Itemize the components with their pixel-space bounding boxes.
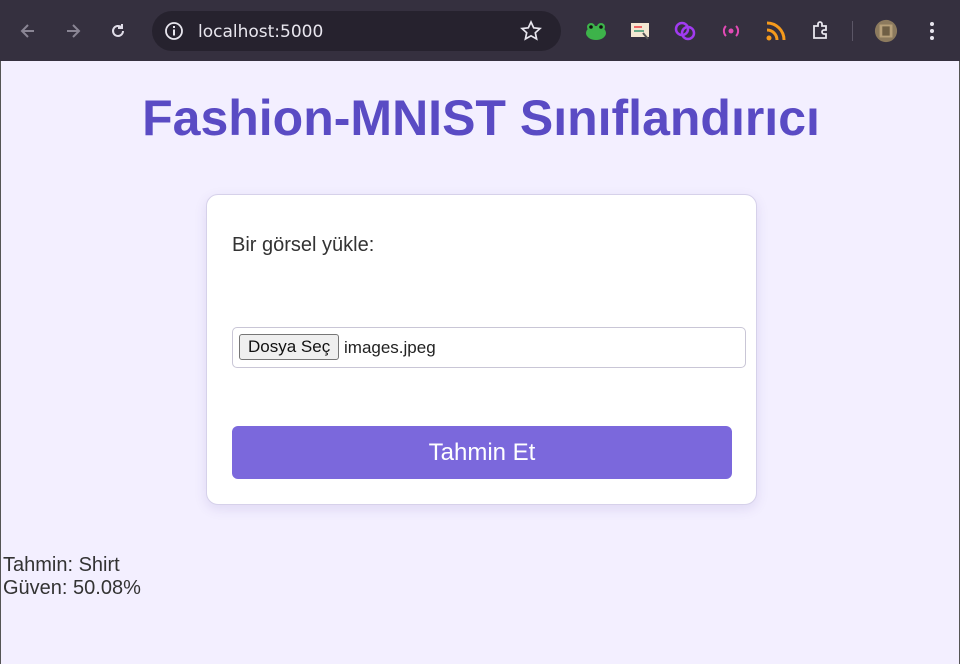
extensions-puzzle-icon[interactable] [809, 19, 833, 43]
extension-broadcast-icon[interactable] [719, 19, 743, 43]
toolbar-divider [852, 21, 853, 41]
url-text[interactable]: localhost:5000 [198, 22, 323, 42]
page-title: Fashion-MNIST Sınıflandırıcı [142, 90, 820, 146]
extension-rss-icon[interactable] [764, 19, 788, 43]
menu-kebab-icon[interactable] [920, 19, 944, 43]
reload-icon[interactable] [104, 17, 132, 45]
upload-label: Bir görsel yükle: [232, 234, 375, 256]
extension-link-icon[interactable] [673, 19, 697, 43]
selected-file-name: images.jpeg [344, 338, 436, 357]
upload-form-card: Bir görsel yükle: Dosya Seç images.jpeg … [206, 194, 757, 505]
profile-avatar[interactable] [874, 19, 898, 43]
page-content: Fashion-MNIST Sınıflandırıcı Bir görsel … [0, 61, 960, 664]
back-icon[interactable] [14, 17, 42, 45]
confidence-text: Güven: 50.08% [3, 577, 141, 599]
forward-icon[interactable] [59, 17, 87, 45]
file-input[interactable]: Dosya Seç images.jpeg [232, 327, 746, 368]
browser-toolbar: localhost:5000 [0, 0, 960, 61]
extension-screen-icon[interactable] [628, 19, 652, 43]
address-bar[interactable]: localhost:5000 [152, 11, 561, 51]
extension-frog-icon[interactable] [584, 19, 608, 43]
prediction-result: Tahmin: Shirt Güven: 50.08% [3, 554, 141, 600]
predict-button[interactable]: Tahmin Et [232, 426, 732, 479]
site-info-icon[interactable] [162, 19, 186, 43]
choose-file-button[interactable]: Dosya Seç [239, 334, 340, 360]
bookmark-star-icon[interactable] [520, 19, 542, 42]
prediction-text: Tahmin: Shirt [3, 554, 120, 576]
